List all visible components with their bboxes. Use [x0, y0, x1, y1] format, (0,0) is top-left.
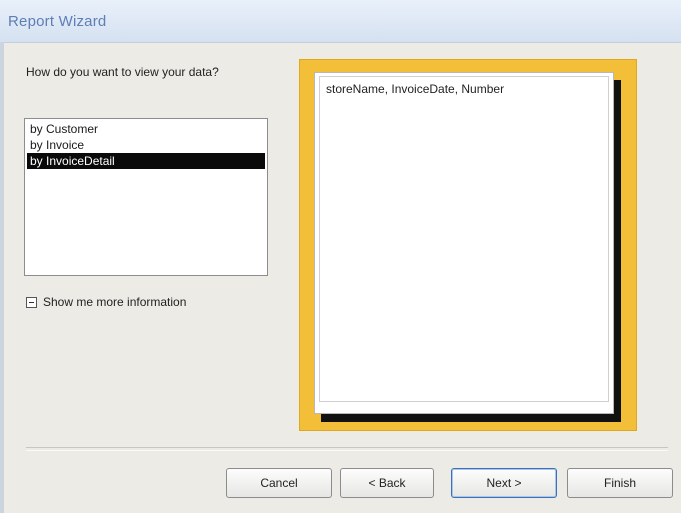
view-options-list[interactable]: by Customer by Invoice by InvoiceDetail: [24, 118, 268, 276]
window-title: Report Wizard: [8, 13, 107, 30]
list-item-by-customer[interactable]: by Customer: [27, 121, 265, 137]
window-left-edge: [0, 42, 4, 513]
view-question-label: How do you want to view your data?: [26, 65, 219, 79]
preview-fields-text: storeName, InvoiceDate, Number: [326, 82, 505, 96]
preview-group-box: [319, 76, 609, 402]
show-more-info-toggle[interactable]: Show me more information: [26, 294, 186, 310]
collapse-icon[interactable]: [26, 296, 37, 308]
cancel-button[interactable]: Cancel: [226, 468, 332, 498]
list-item-by-invoice[interactable]: by Invoice: [27, 137, 265, 153]
show-more-info-label[interactable]: Show me more information: [43, 295, 186, 309]
list-item-by-invoicedetail[interactable]: by InvoiceDetail: [27, 153, 265, 169]
back-button[interactable]: < Back: [340, 468, 434, 498]
finish-button[interactable]: Finish: [567, 468, 673, 498]
title-bar: Report Wizard: [0, 0, 681, 43]
next-button[interactable]: Next >: [451, 468, 557, 498]
button-separator: [26, 447, 668, 451]
